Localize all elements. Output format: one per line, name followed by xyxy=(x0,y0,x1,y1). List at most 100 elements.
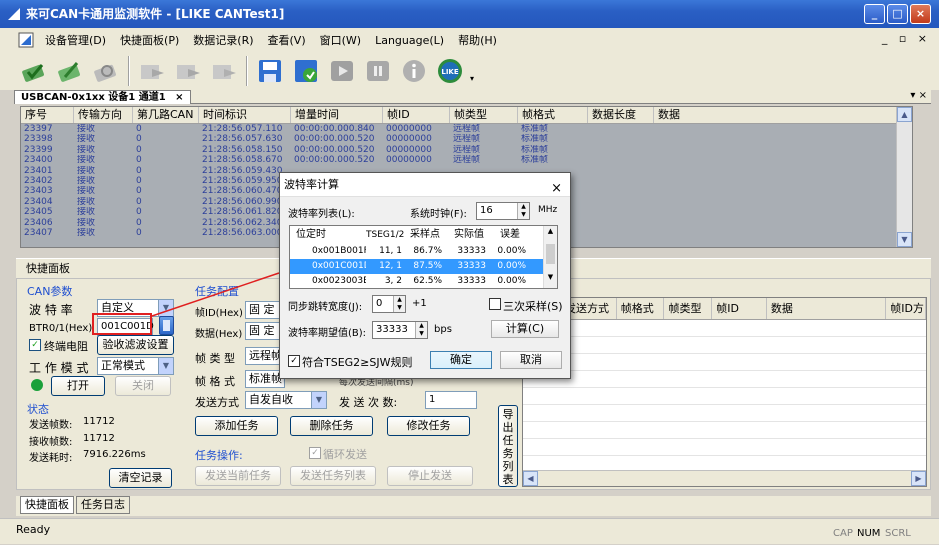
menu-quick-panel[interactable]: 快捷面板(P) xyxy=(113,32,186,48)
minimize-button[interactable]: _ xyxy=(864,4,885,24)
work-mode-select[interactable]: 正常模式 ▼ xyxy=(97,357,174,375)
list-item-selected[interactable]: 0x001C001D 12, 1 87.5% 33333 0.00% xyxy=(290,259,557,274)
pause-button[interactable] xyxy=(362,55,394,87)
menu-view[interactable]: 查看(V) xyxy=(261,32,313,48)
col-header-delta-time[interactable]: 增量时间 xyxy=(291,107,383,123)
tab-task-log[interactable]: 任务日志 xyxy=(76,496,130,514)
sys-clock-input[interactable]: 16 ▲ ▼ xyxy=(476,202,530,220)
send-task-list-button[interactable]: 发送任务列表 xyxy=(290,466,376,486)
filter-settings-button[interactable]: 验收滤波设置 xyxy=(97,335,174,355)
tab-bar-controls[interactable]: ▾ × xyxy=(910,90,927,101)
send-mode-select[interactable]: 自发自收 ▼ xyxy=(245,391,327,409)
scroll-up-icon[interactable]: ▲ xyxy=(544,226,557,236)
reset-button[interactable] xyxy=(90,55,122,87)
col-header-send-frame-id-mode[interactable]: 帧ID方 xyxy=(886,298,926,319)
delete-task-button[interactable]: 删除任务 xyxy=(290,416,373,436)
close-device-button[interactable]: 关闭 xyxy=(115,376,171,396)
col-header-seq[interactable]: 序号 xyxy=(21,107,74,123)
col-header-can-channel[interactable]: 第几路CAN xyxy=(133,107,199,123)
scroll-left-icon[interactable]: ◀ xyxy=(523,471,538,486)
scroll-down-icon[interactable]: ▼ xyxy=(544,272,557,282)
send-current-task-button[interactable]: 发送当前任务 xyxy=(195,466,281,486)
sjw-input[interactable]: 0 ▲ ▼ xyxy=(372,295,406,313)
info-button[interactable] xyxy=(398,55,430,87)
record-button[interactable] xyxy=(290,55,322,87)
col-header-frame-format[interactable]: 帧格式 xyxy=(518,107,588,123)
open-device-button[interactable] xyxy=(18,55,50,87)
scroll-down-icon[interactable]: ▼ xyxy=(897,232,912,247)
col-header-direction[interactable]: 传输方向 xyxy=(74,107,133,123)
modify-task-button[interactable]: 修改任务 xyxy=(387,416,470,436)
tab-usbcan-device1[interactable]: USBCAN-0x1xx 设备1 通道1 × xyxy=(14,90,191,104)
calculate-button[interactable]: 计算(C) xyxy=(491,320,559,338)
spin-updown-icon[interactable]: ▲ ▼ xyxy=(393,296,405,312)
menu-device[interactable]: 设备管理(D) xyxy=(38,32,113,48)
col-header-bit-timing[interactable]: 位定时 xyxy=(290,226,366,244)
tab-close-icon[interactable]: × xyxy=(175,92,183,103)
toolbar: LIKE ▾ xyxy=(0,52,939,90)
menu-data-record[interactable]: 数据记录(R) xyxy=(186,32,260,48)
app-menu-icon[interactable] xyxy=(18,32,34,48)
col-header-data-length[interactable]: 数据长度 xyxy=(588,107,654,123)
open-button[interactable]: 打开 xyxy=(51,376,105,396)
send-button[interactable] xyxy=(136,55,168,87)
send-count-input[interactable]: 1 xyxy=(425,391,477,409)
data-hex-label: 数据(Hex) xyxy=(195,329,243,340)
like-logo-button[interactable]: LIKE xyxy=(434,55,466,87)
list-scrollbar[interactable]: ▲ ▼ xyxy=(543,226,557,288)
col-header-frame-type[interactable]: 帧类型 xyxy=(450,107,518,123)
tseg-rule-checkbox[interactable]: ✓ xyxy=(288,355,300,367)
baud-calc-button[interactable] xyxy=(159,316,174,335)
spin-updown-icon[interactable]: ▲ ▼ xyxy=(415,322,427,338)
table-row[interactable]: 23398 接收 0 21:28:56.057.630 00:00:00.000.520… xyxy=(21,134,912,144)
expected-baud-input[interactable]: 33333 ▲ ▼ xyxy=(372,321,428,339)
export-task-list-button[interactable]: 导出任务列表 xyxy=(498,405,518,487)
col-header-send-frame-type[interactable]: 帧类型 xyxy=(664,298,713,319)
table-cell: 21:28:56.058.670 xyxy=(202,155,283,166)
stop-send-button[interactable]: 停止发送 xyxy=(387,466,473,486)
table-row[interactable]: 23400 接收 0 21:28:56.058.670 00:00:00.000.520… xyxy=(21,155,912,165)
col-header-frame-id[interactable]: 帧ID xyxy=(383,107,450,123)
maximize-button[interactable]: □ xyxy=(887,4,908,24)
spin-updown-icon[interactable]: ▲ ▼ xyxy=(517,203,529,219)
loop-send-checkbox[interactable]: ✓ xyxy=(309,447,321,459)
send-task-grid[interactable]: 发送方式 帧格式 帧类型 帧ID 数据 帧ID方 ◀ ▶ xyxy=(522,297,927,487)
col-header-send-frame-id[interactable]: 帧ID xyxy=(712,298,767,319)
table-row[interactable]: 23397 接收 0 21:28:56.057.110 00:00:00.000.840… xyxy=(21,124,912,134)
save-button[interactable] xyxy=(254,55,286,87)
col-header-tseg[interactable]: TSEG1/2 xyxy=(366,226,410,244)
toolbar-dropdown-icon[interactable]: ▾ xyxy=(470,74,474,83)
stop-send-button[interactable] xyxy=(208,55,240,87)
cancel-button[interactable]: 取消 xyxy=(500,351,562,369)
clear-records-button[interactable]: 清空记录 xyxy=(109,468,172,488)
col-header-error[interactable]: 误差 xyxy=(494,226,534,244)
add-task-button[interactable]: 添加任务 xyxy=(195,416,278,436)
close-button[interactable]: × xyxy=(910,4,931,24)
col-header-timestamp[interactable]: 时间标识 xyxy=(199,107,291,123)
tab-quick-panel[interactable]: 快捷面板 xyxy=(20,496,74,514)
col-header-actual[interactable]: 实际值 xyxy=(450,226,494,244)
list-item[interactable]: 0x001B001F 11, 1 86.7% 33333 0.00% xyxy=(290,244,557,259)
grid-vertical-scrollbar[interactable]: ▲ ▼ xyxy=(896,107,912,247)
baud-list[interactable]: 位定时 TSEG1/2 采样点 实际值 误差 0x001B001F 11, 1 … xyxy=(289,225,558,289)
terminal-resistor-checkbox[interactable]: ✓ xyxy=(29,339,41,351)
mdi-controls[interactable]: _ ▫ × xyxy=(882,32,931,45)
send-grid-horizontal-scrollbar[interactable]: ◀ ▶ xyxy=(523,470,926,486)
dialog-close-icon[interactable]: × xyxy=(551,177,562,201)
menu-window[interactable]: 窗口(W) xyxy=(313,32,368,48)
list-item[interactable]: 0x0023003B 3, 2 62.5% 33333 0.00% xyxy=(290,274,557,288)
scroll-up-icon[interactable]: ▲ xyxy=(897,107,912,122)
play-button[interactable] xyxy=(326,55,358,87)
scroll-right-icon[interactable]: ▶ xyxy=(911,471,926,486)
start-button[interactable] xyxy=(54,55,86,87)
col-header-send-data[interactable]: 数据 xyxy=(767,298,887,319)
send-list-button[interactable] xyxy=(172,55,204,87)
ok-button[interactable]: 确定 xyxy=(430,351,492,369)
col-header-data[interactable]: 数据 xyxy=(654,107,898,123)
menu-language[interactable]: Language(L) xyxy=(368,34,451,47)
menu-help[interactable]: 帮助(H) xyxy=(451,32,504,48)
triple-sample-checkbox[interactable] xyxy=(489,298,501,310)
col-header-sample-point[interactable]: 采样点 xyxy=(410,226,450,244)
col-header-send-frame-format[interactable]: 帧格式 xyxy=(617,298,665,319)
table-row[interactable]: 23399 接收 0 21:28:56.058.150 00:00:00.000.520… xyxy=(21,145,912,155)
